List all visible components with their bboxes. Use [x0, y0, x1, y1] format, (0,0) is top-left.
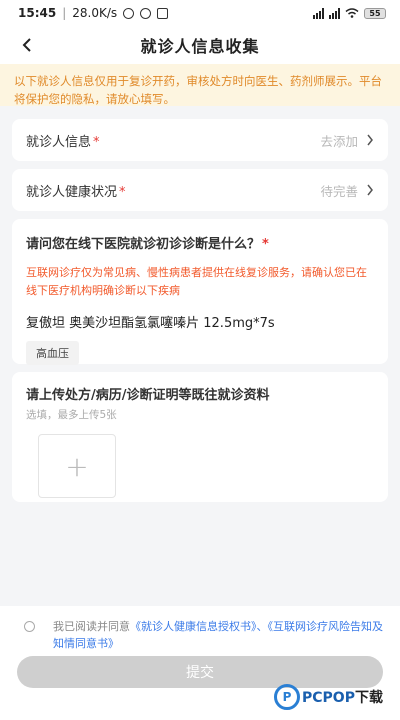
required-mark: * — [93, 134, 100, 150]
status-bar: 15:45 | 28.0K/s 55 — [0, 0, 400, 26]
chevron-right-icon — [367, 184, 373, 196]
drug-name: 复傲坦 奥美沙坦酯氢氯噻嗪片 12.5mg*7s — [26, 316, 275, 331]
upload-add-button[interactable]: + — [38, 434, 116, 498]
watermark-mark: P — [274, 684, 300, 710]
network-speed: 28.0K/s — [72, 6, 118, 20]
agreement: 我已阅读并同意《就诊人健康信息授权书》、《互联网诊疗风险告知及知情同意书》 — [0, 606, 400, 652]
status-time: 15:45 — [18, 6, 57, 20]
patient-info-label: 就诊人信息 * — [26, 134, 100, 150]
required-mark: * — [119, 184, 126, 200]
upload-card: 请上传处方/病历/诊断证明等既往就诊资料 选填，最多上传5张 + — [12, 372, 388, 502]
chevron-left-icon — [22, 38, 31, 52]
chevron-right-icon — [367, 134, 373, 146]
agree-radio[interactable] — [24, 621, 35, 632]
patient-info-value: 去添加 — [320, 133, 358, 149]
signal-icon — [313, 7, 324, 19]
agreement-text: 我已阅读并同意《就诊人健康信息授权书》、《互联网诊疗风险告知及知情同意书》 — [53, 618, 386, 652]
health-auth-link[interactable]: 《就诊人健康信息授权书》 — [130, 620, 257, 633]
diagnosis-card: 请问您在线下医院就诊初诊诊断是什么？ * 互联网诊疗仅为常见病、慢性病患者提供在线… — [12, 219, 388, 365]
alarm-icon — [140, 7, 152, 19]
health-row[interactable]: 就诊人健康状况 * 待完善 — [12, 169, 388, 211]
mute-icon — [123, 7, 135, 19]
status-left: 15:45 | 28.0K/s — [18, 6, 169, 20]
health-card[interactable]: 就诊人健康状况 * 待完善 — [12, 169, 388, 211]
diagnosis-question: 请问您在线下医院就诊初诊诊断是什么？ * — [26, 237, 269, 252]
agreement-prefix: 我已阅读并同意 — [53, 620, 130, 633]
status-right: 55 — [313, 7, 386, 19]
patient-info-row[interactable]: 就诊人信息 * 去添加 — [12, 119, 388, 161]
privacy-notice: 以下就诊人信息仅用于复诊开药，审核处方时向医生、药剂师展示。平台将保护您的隐私，… — [0, 64, 400, 106]
watermark-text: PCPOP下载 — [302, 690, 383, 706]
agreement-separator: 、 — [256, 620, 268, 633]
upload-title: 请上传处方/病历/诊断证明等既往就诊资料 — [26, 388, 270, 403]
required-mark: * — [262, 237, 269, 252]
signal-icon-2 — [329, 7, 340, 19]
page-title: 就诊人信息收集 — [140, 37, 260, 56]
plus-icon: + — [65, 449, 89, 483]
health-value: 待完善 — [320, 183, 358, 199]
back-button[interactable] — [12, 26, 42, 64]
diagnosis-tag[interactable]: 高血压 — [26, 341, 79, 365]
patient-info-card[interactable]: 就诊人信息 * 去添加 — [12, 119, 388, 161]
health-label: 就诊人健康状况 * — [26, 184, 126, 200]
upload-hint: 选填，最多上传5张 — [26, 409, 117, 421]
app-notification-icon — [157, 7, 169, 19]
nav-bar: 就诊人信息收集 — [0, 26, 400, 64]
battery-icon: 55 — [364, 7, 386, 19]
wifi-icon — [345, 8, 359, 18]
diagnosis-warning: 互联网诊疗仅为常见病、慢性病患者提供在线复诊服务，请确认您已在线下医疗机构明确诊… — [26, 266, 367, 297]
watermark-logo: P PCPOP下载 — [274, 684, 383, 710]
